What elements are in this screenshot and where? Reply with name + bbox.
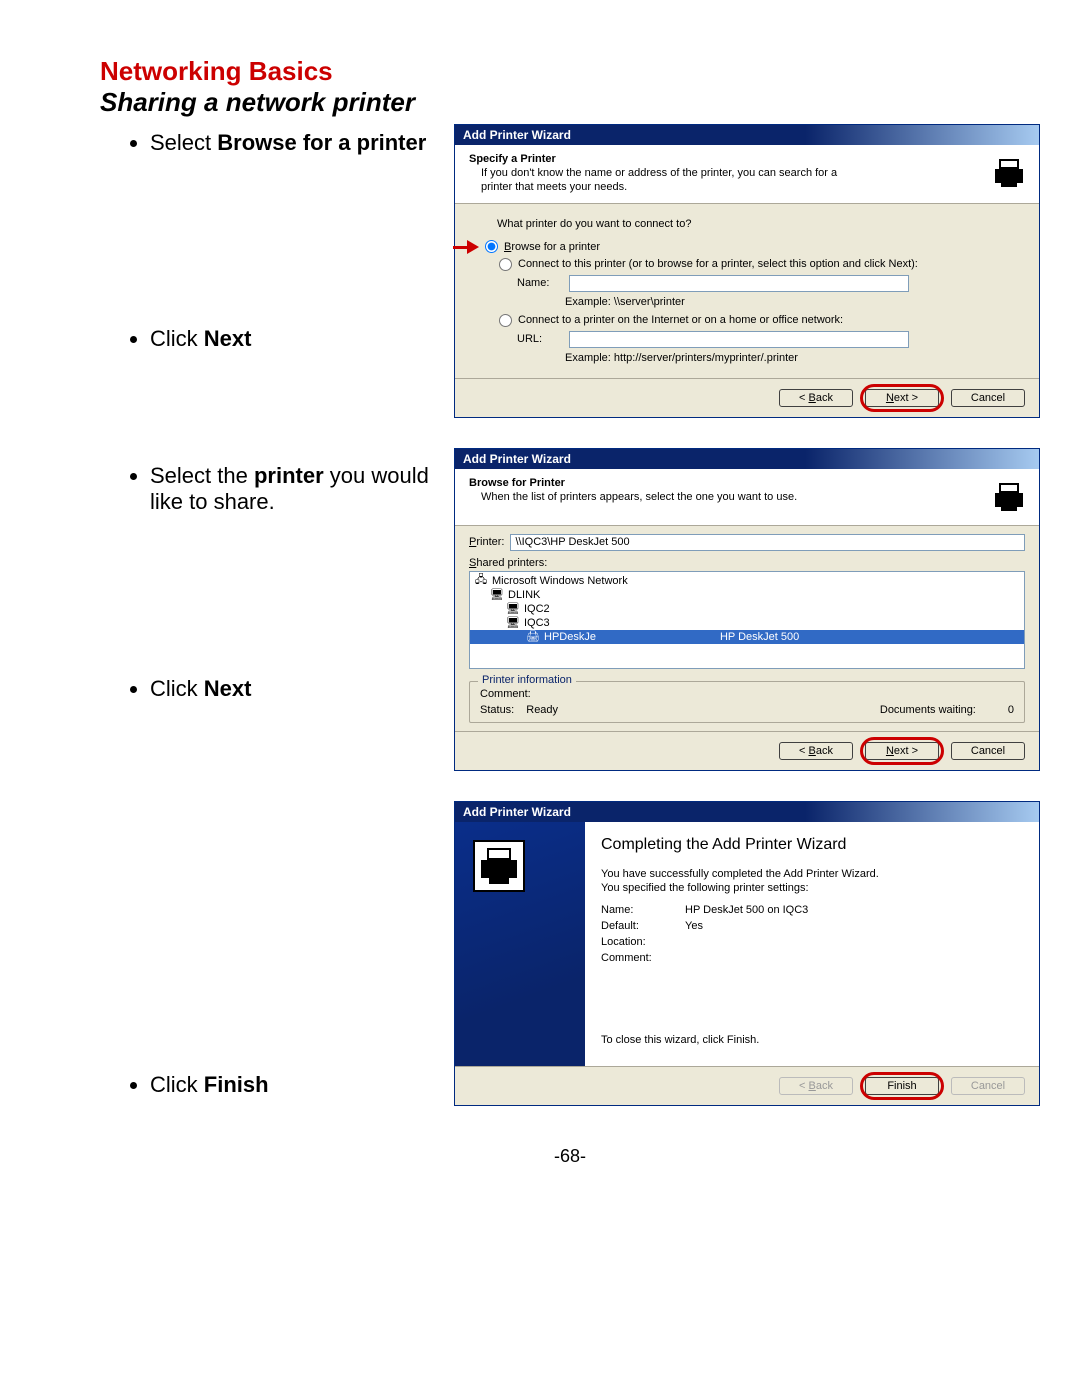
tree-node: IQC2: [524, 603, 550, 615]
window-title: Add Printer Wizard: [455, 125, 1039, 145]
info-legend: Printer information: [478, 674, 576, 686]
printer-large-icon: [473, 840, 525, 892]
radio-internet[interactable]: [499, 314, 512, 327]
back-button[interactable]: < Back: [779, 389, 853, 407]
url-input[interactable]: [569, 331, 909, 348]
tree-root: Microsoft Windows Network: [492, 575, 628, 587]
wizard-header-sub: If you don't know the name or address of…: [481, 167, 861, 195]
printer-tree[interactable]: 🖧Microsoft Windows Network 🖥DLINK 🖥IQC2 …: [469, 571, 1025, 669]
setting-comment-value: [685, 952, 1023, 964]
section-title: Networking Basics: [100, 56, 1040, 87]
wizard-specify-printer: Add Printer Wizard Specify a Printer If …: [454, 124, 1040, 418]
tree-node: IQC3: [524, 617, 550, 629]
radio-connect-label: Connect to this printer (or to browse fo…: [518, 258, 918, 270]
computer-icon: 🖥: [506, 617, 520, 629]
printer-icon: [989, 153, 1029, 193]
printer-info-box: Printer information Comment: Status:Read…: [469, 681, 1025, 723]
step-text: Click: [150, 326, 204, 351]
radio-connect[interactable]: [499, 258, 512, 271]
shared-printers-label: Shared printers:: [469, 557, 1025, 569]
setting-default-value: Yes: [685, 920, 1023, 932]
step-text: Click: [150, 676, 204, 701]
setting-default-label: Default:: [601, 920, 671, 932]
cancel-button[interactable]: Cancel: [951, 742, 1025, 760]
setting-name-label: Name:: [601, 904, 671, 916]
step-bold: printer: [254, 463, 324, 488]
example-text-1: Example: \\server\printer: [565, 296, 1023, 308]
radio-browse[interactable]: [485, 240, 498, 253]
tree-sel-model: HP DeskJet 500: [720, 631, 799, 643]
workgroup-icon: 🖥: [490, 589, 504, 601]
step-text: Select: [150, 130, 217, 155]
finish-button[interactable]: Finish: [865, 1077, 939, 1095]
next-button[interactable]: Next >: [865, 742, 939, 760]
radio-browse-label: BBrowse for a printerrowse for a printer: [504, 241, 600, 253]
close-instruction: To close this wizard, click Finish.: [601, 1034, 1023, 1046]
setting-name-value: HP DeskJet 500 on IQC3: [685, 904, 1023, 916]
comment-label: Comment:: [480, 688, 531, 700]
back-button-disabled: < Back: [779, 1077, 853, 1095]
cancel-button[interactable]: Cancel: [951, 389, 1025, 407]
tree-selected-printer[interactable]: 🖨 HPDeskJe HP DeskJet 500: [470, 630, 1024, 644]
step-text: Select the: [150, 463, 254, 488]
radio-internet-label: Connect to a printer on the Internet or …: [518, 314, 843, 326]
step-5: Click Finish: [150, 1072, 430, 1098]
printer-small-icon: 🖨: [526, 631, 540, 643]
wizard-complete: Add Printer Wizard Completing the Add Pr…: [454, 801, 1040, 1106]
step-4: Click Next: [150, 676, 430, 702]
window-title: Add Printer Wizard: [455, 802, 1039, 822]
step-3: Select the printer you would like to sha…: [150, 463, 430, 516]
name-input[interactable]: [569, 275, 909, 292]
step-1: Select Browse for a printer: [150, 130, 430, 156]
tree-node: DLINK: [508, 589, 540, 601]
complete-line-1: You have successfully completed the Add …: [601, 868, 1023, 880]
next-button[interactable]: Next >: [865, 389, 939, 407]
wizard-header-title: Specify a Printer: [469, 153, 556, 165]
step-2: Click Next: [150, 326, 430, 352]
setting-location-label: Location:: [601, 936, 671, 948]
cancel-button-disabled: Cancel: [951, 1077, 1025, 1095]
complete-title: Completing the Add Printer Wizard: [601, 836, 1023, 854]
example-text-2: Example: http://server/printers/myprinte…: [565, 352, 1023, 364]
back-button[interactable]: < Back: [779, 742, 853, 760]
complete-line-2: You specified the following printer sett…: [601, 882, 1023, 894]
setting-comment-label: Comment:: [601, 952, 671, 964]
network-icon: 🖧: [474, 575, 488, 587]
printer-icon: [989, 477, 1029, 517]
status-label: Status:: [480, 704, 514, 716]
docs-value: 0: [1008, 704, 1014, 716]
window-title: Add Printer Wizard: [455, 449, 1039, 469]
printer-label: Printer:: [469, 536, 504, 548]
prompt-text: What printer do you want to connect to?: [497, 218, 1023, 230]
wizard-header-title: Browse for Printer: [469, 477, 565, 489]
docs-label: Documents waiting:: [880, 704, 976, 716]
red-arrow-icon: [453, 240, 479, 254]
step-bold: Finish: [204, 1072, 269, 1097]
printer-input[interactable]: [510, 534, 1025, 551]
computer-icon: 🖥: [506, 603, 520, 615]
wizard-browse-printer: Add Printer Wizard Browse for Printer Wh…: [454, 448, 1040, 771]
setting-location-value: [685, 936, 1023, 948]
page-number: -68-: [100, 1146, 1040, 1167]
section-subtitle: Sharing a network printer: [100, 87, 1040, 118]
status-value: Ready: [526, 704, 558, 716]
step-bold: Next: [204, 326, 252, 351]
url-label: URL:: [517, 333, 561, 345]
step-bold: Browse for a printer: [217, 130, 426, 155]
wizard-side-banner: [455, 822, 585, 1066]
name-label: Name:: [517, 277, 561, 289]
tree-sel-name: HPDeskJe: [544, 631, 596, 643]
step-bold: Next: [204, 676, 252, 701]
step-text: Click: [150, 1072, 204, 1097]
wizard-header-sub: When the list of printers appears, selec…: [481, 491, 797, 505]
